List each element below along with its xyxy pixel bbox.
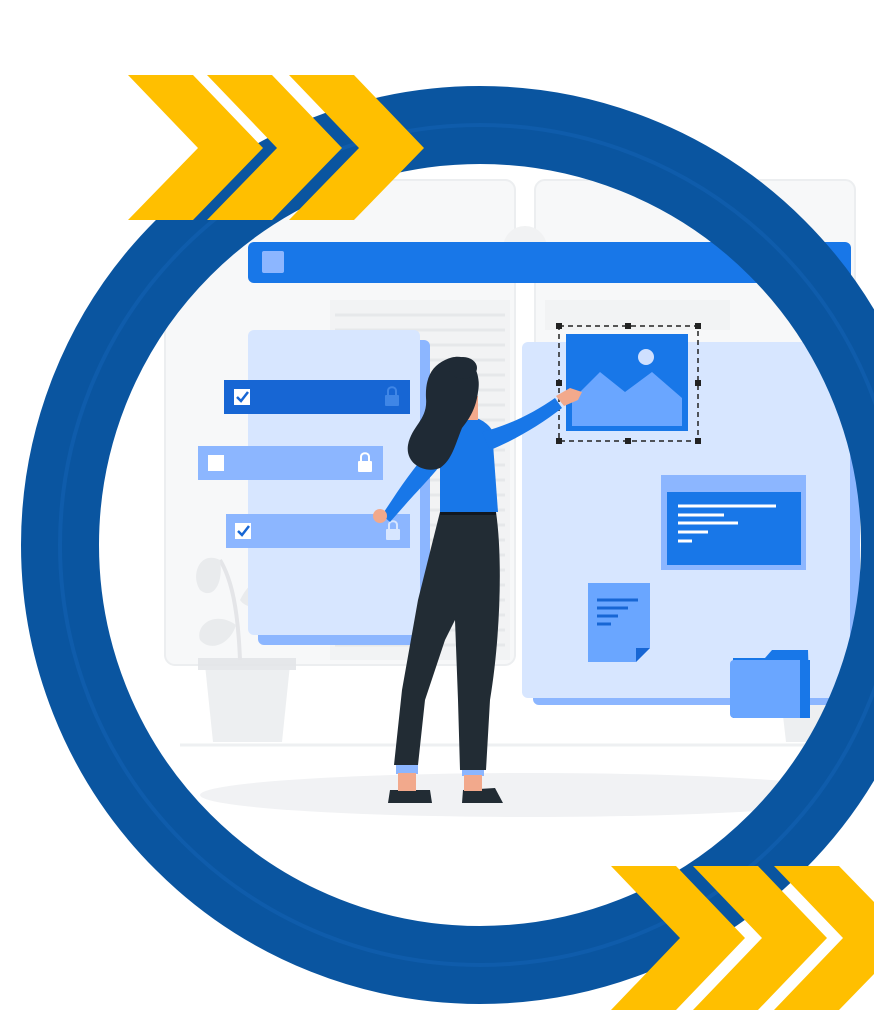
illustration-svg <box>21 75 874 1010</box>
checkbox-checked-icon <box>235 523 251 539</box>
checkbox-checked-icon <box>234 389 250 405</box>
settings-row-2 <box>198 446 383 480</box>
text-card <box>661 475 806 570</box>
checkbox-empty-icon <box>208 455 224 471</box>
document-icon <box>588 583 650 662</box>
illustration-stage <box>0 0 874 1024</box>
folder-icon <box>730 650 810 718</box>
settings-row-1 <box>224 380 410 414</box>
image-icon <box>566 334 688 431</box>
